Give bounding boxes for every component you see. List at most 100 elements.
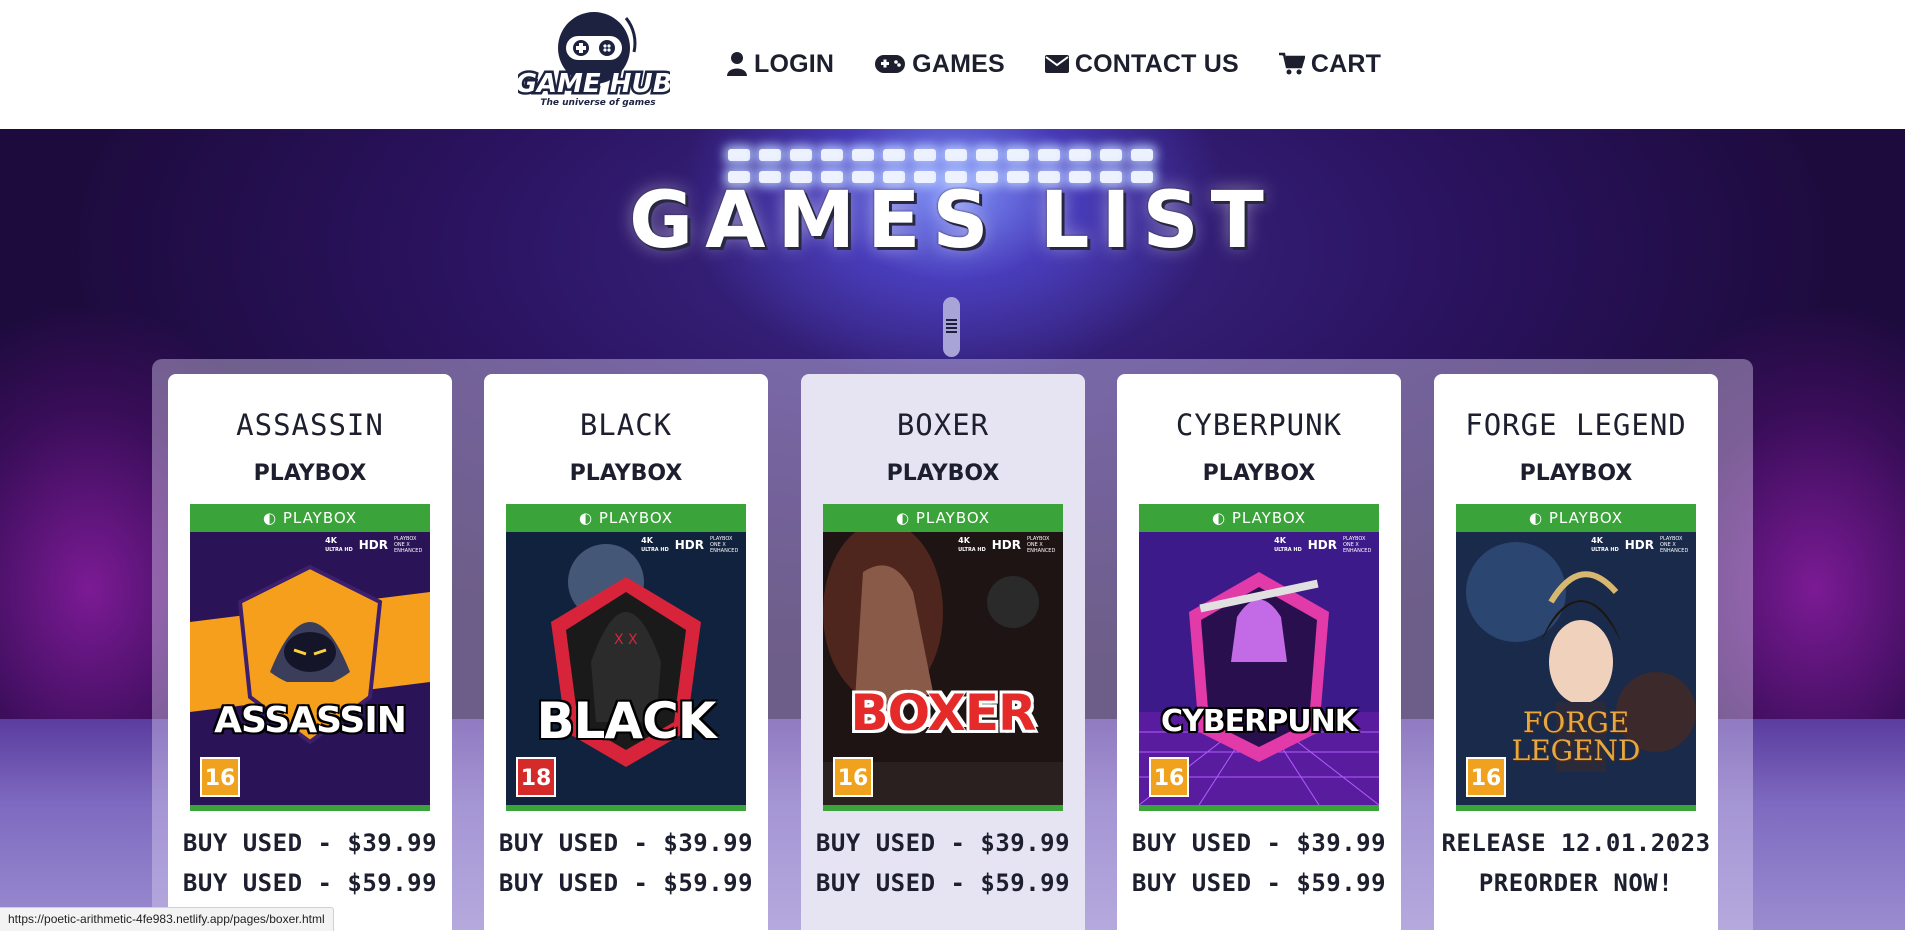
- badge-enhanced: PLAYBOX ONE X ENHANCED: [710, 536, 739, 554]
- badge-hdr: HDR: [1624, 538, 1654, 552]
- cover-platform-label: PLAYBOX: [282, 509, 357, 527]
- gamepad-icon: [874, 53, 906, 75]
- game-hub-logo[interactable]: GAME HUB The universe of games: [518, 12, 670, 110]
- page-title: GAMES LIST: [629, 176, 1276, 266]
- price-line-2[interactable]: BUY USED - $59.99: [484, 869, 768, 897]
- price-line-1[interactable]: BUY USED - $39.99: [801, 829, 1085, 857]
- badge-hdr: HDR: [674, 538, 704, 552]
- badge-4k: 4K ULTRA HD: [1274, 535, 1302, 553]
- price-line-2[interactable]: BUY USED - $59.99: [801, 869, 1085, 897]
- cover-platform-bar: ◐ PLAYBOX: [1456, 504, 1696, 532]
- stadium-light: [728, 149, 750, 161]
- stadium-light: [759, 149, 781, 161]
- site-header: GAME HUB The universe of games LOGIN GAM…: [0, 0, 1905, 129]
- cover-game-name-line-2: LEGEND: [1511, 734, 1641, 767]
- age-rating-badge: 16: [1149, 757, 1189, 797]
- cart-icon: [1278, 52, 1305, 76]
- price-line-2[interactable]: BUY USED - $59.99: [1117, 869, 1401, 897]
- playbox-logo-icon: ◐: [578, 509, 599, 527]
- age-rating-badge: 18: [516, 757, 556, 797]
- game-title: BOXER: [896, 408, 990, 442]
- game-title: CYBERPUNK: [1175, 408, 1343, 442]
- game-cover[interactable]: ◐ PLAYBOX 4K ULTRA HD HDR PLAYBOX ONE X E…: [1456, 504, 1696, 811]
- stadium-light: [1038, 149, 1060, 161]
- stadium-light: [790, 149, 812, 161]
- game-title: BLACK: [579, 408, 673, 442]
- price-line-2[interactable]: BUY USED - $59.99: [168, 869, 452, 897]
- stadium-light: [883, 149, 905, 161]
- nav-cart-label: CART: [1310, 49, 1382, 78]
- game-platform: PLAYBOX: [253, 461, 367, 486]
- stadium-light: [1007, 149, 1029, 161]
- cover-platform-label: PLAYBOX: [1548, 509, 1623, 527]
- game-cover[interactable]: ◐ PLAYBOX 4K ULTRA HD HDR PLAYBOX ONE X E…: [190, 504, 430, 811]
- game-cover[interactable]: ◐ PLAYBOX X X 4K ULTRA HD HDR PLAYBOX ONE…: [506, 504, 746, 811]
- nav-games[interactable]: GAMES: [874, 50, 1005, 79]
- preorder-line[interactable]: PREORDER NOW!: [1434, 869, 1718, 897]
- game-platform: PLAYBOX: [886, 461, 1000, 486]
- cover-game-name: BOXER: [850, 684, 1036, 742]
- svg-text:GAME HUB: GAME HUB: [518, 69, 670, 99]
- menu-lines-icon: [946, 319, 957, 333]
- nav-cart[interactable]: CART: [1278, 49, 1382, 79]
- price-line-1[interactable]: BUY USED - $39.99: [168, 829, 452, 857]
- badge-enhanced: PLAYBOX ONE X ENHANCED: [1660, 536, 1689, 554]
- cover-platform-bar: ◐ PLAYBOX: [1139, 504, 1379, 532]
- game-cover[interactable]: ◐ PLAYBOX 4K ULTRA HD HDR PLAYBOX ONE X E…: [1139, 504, 1379, 811]
- badge-enhanced: PLAYBOX ONE X ENHANCED: [1343, 536, 1372, 554]
- age-rating-badge: 16: [200, 757, 240, 797]
- playbox-logo-icon: ◐: [262, 509, 283, 527]
- cover-platform-bar: ◐ PLAYBOX: [190, 504, 430, 532]
- cover-game-name: CYBERPUNK: [1161, 704, 1358, 739]
- game-card-black[interactable]: BLACK PLAYBOX ◐ PLAYBOX X X 4K ULTRA HD H…: [484, 374, 768, 930]
- playbox-logo-icon: ◐: [1528, 509, 1549, 527]
- badge-4k: 4K ULTRA HD: [958, 535, 986, 553]
- main-nav: LOGIN GAMES CONTACT US CART: [726, 44, 1381, 84]
- cover-platform-label: PLAYBOX: [1231, 509, 1306, 527]
- stadium-light: [945, 149, 967, 161]
- cover-quality-badges: 4K ULTRA HD HDR PLAYBOX ONE X ENHANCED: [958, 536, 1055, 554]
- cover-game-name: ASSASSIN: [214, 700, 407, 741]
- playbox-logo-icon: ◐: [895, 509, 916, 527]
- stadium-light: [914, 149, 936, 161]
- game-cover[interactable]: ◐ PLAYBOX 4K ULTRA HD HDR PLAYBOX ONE X E…: [823, 504, 1063, 811]
- stadium-light: [1069, 149, 1091, 161]
- nav-games-label: GAMES: [912, 49, 1005, 78]
- game-platform: PLAYBOX: [569, 461, 683, 486]
- game-card-cyberpunk[interactable]: CYBERPUNK PLAYBOX ◐ PLAYBOX 4K ULTRA HD H…: [1117, 374, 1401, 930]
- envelope-icon: [1044, 54, 1069, 74]
- cover-quality-badges: 4K ULTRA HD HDR PLAYBOX ONE X ENHANCED: [1591, 536, 1688, 554]
- badge-4k: 4K ULTRA HD: [641, 535, 669, 553]
- nav-contact[interactable]: CONTACT US: [1044, 49, 1239, 79]
- badge-4k: 4K ULTRA HD: [325, 535, 353, 553]
- browser-status-url: https://poetic-arithmetic-4fe983.netlify…: [0, 907, 334, 931]
- svg-text:X X: X X: [614, 632, 638, 648]
- badge-hdr: HDR: [991, 538, 1021, 552]
- nav-contact-label: CONTACT US: [1074, 49, 1239, 78]
- nav-login-label: LOGIN: [754, 49, 835, 78]
- stadium-light: [976, 149, 998, 161]
- price-line-1[interactable]: BUY USED - $39.99: [1117, 829, 1401, 857]
- cover-bottom-bar: [1139, 805, 1379, 811]
- cover-bottom-bar: [1456, 805, 1696, 811]
- stadium-light: [821, 149, 843, 161]
- badge-hdr: HDR: [358, 538, 388, 552]
- scroll-handle[interactable]: [943, 297, 960, 357]
- game-card-assassin[interactable]: ASSASSIN PLAYBOX ◐ PLAYBOX 4K ULTRA HD HD…: [168, 374, 452, 930]
- game-card-boxer[interactable]: BOXER PLAYBOX ◐ PLAYBOX 4K ULTRA HD HDR P…: [801, 374, 1085, 930]
- age-rating-badge: 16: [833, 757, 873, 797]
- cover-platform-label: PLAYBOX: [915, 509, 990, 527]
- game-card-forge-legend[interactable]: FORGE LEGEND PLAYBOX ◐ PLAYBOX 4K ULTRA H…: [1434, 374, 1718, 930]
- stadium-light: [1100, 149, 1122, 161]
- stadium-light: [852, 149, 874, 161]
- badge-hdr: HDR: [1307, 538, 1337, 552]
- badge-enhanced: PLAYBOX ONE X ENHANCED: [394, 536, 423, 554]
- release-date-line[interactable]: RELEASE 12.01.2023: [1434, 829, 1718, 857]
- nav-login[interactable]: LOGIN: [726, 50, 834, 79]
- game-platform: PLAYBOX: [1202, 461, 1316, 486]
- hero-section: GAMES LIST ASSASSIN PLAYBOX ◐ PLAYBOX 4K…: [0, 129, 1905, 930]
- game-title: FORGE LEGEND: [1465, 408, 1687, 442]
- cover-bottom-bar: [506, 805, 746, 811]
- price-line-1[interactable]: BUY USED - $39.99: [484, 829, 768, 857]
- cover-quality-badges: 4K ULTRA HD HDR PLAYBOX ONE X ENHANCED: [1274, 536, 1371, 554]
